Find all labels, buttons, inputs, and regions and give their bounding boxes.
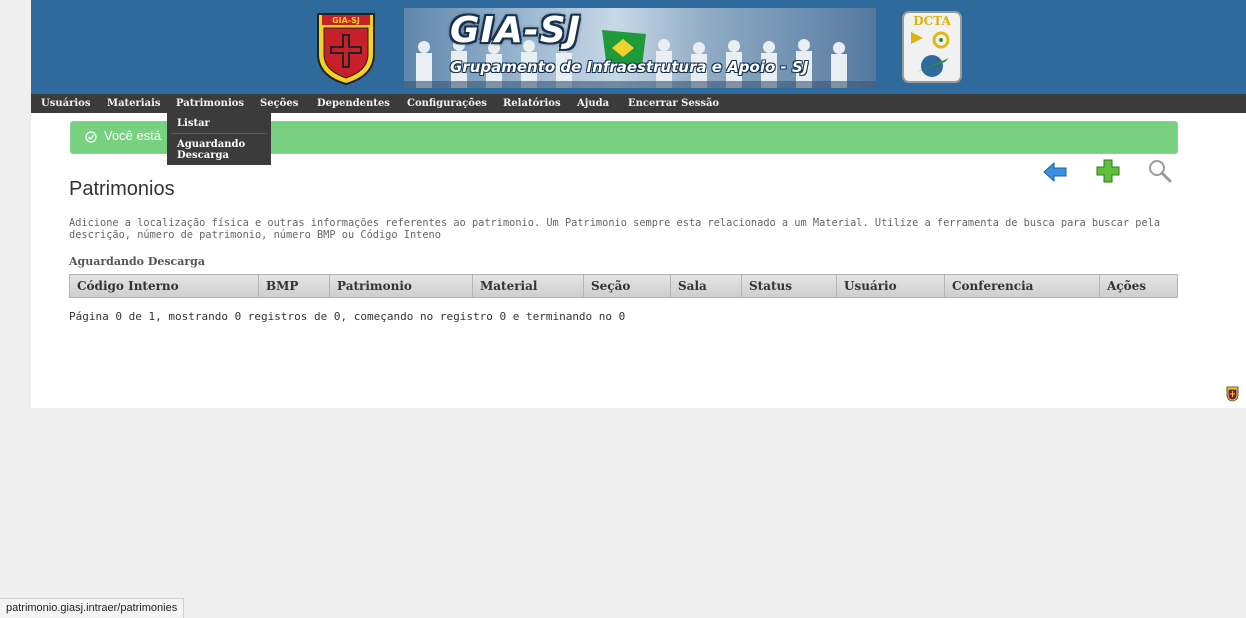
nav-item-relatorios[interactable]: Relatórios (503, 94, 561, 113)
column-header-bmp[interactable]: BMP (259, 275, 330, 297)
banner-title: GIA-SJ (450, 10, 582, 51)
nav-item-materiais[interactable]: Materiais (107, 94, 161, 113)
page-description: Adicione a localização física e outras i… (69, 217, 1161, 241)
banner-subtitle: Grupamento de Infraestrutura e Apoio - S… (450, 58, 809, 76)
column-header-patrimonio[interactable]: Patrimonio (330, 275, 473, 297)
gia-shield-logo: GIA-SJ (317, 13, 375, 86)
search-icon[interactable] (1146, 158, 1174, 184)
browser-status-url: patrimonio.giasj.intraer/patrimonies (0, 598, 185, 618)
patrimonios-dropdown: Listar Aguardando Descarga (167, 113, 271, 165)
dropdown-item-aguardando-descarga[interactable]: Aguardando Descarga (177, 139, 245, 161)
page-title: Patrimonios (69, 178, 175, 200)
column-header-acoes[interactable]: Ações (1100, 275, 1177, 297)
shield-badge-icon (1226, 386, 1239, 402)
nav-item-usuarios[interactable]: Usuários (41, 94, 90, 113)
nav-item-encerrar-sessao[interactable]: Encerrar Sessão (628, 94, 719, 113)
dcta-badge-text: DCTA (913, 14, 951, 28)
column-header-sala[interactable]: Sala (671, 275, 742, 297)
nav-item-configuracoes[interactable]: Configurações (407, 94, 487, 113)
section-label: Aguardando Descarga (69, 255, 205, 268)
column-header-status[interactable]: Status (742, 275, 837, 297)
dcta-logo: DCTA (902, 11, 962, 83)
gia-badge-text: GIA-SJ (332, 16, 360, 25)
nav-item-dependentes[interactable]: Dependentes (317, 94, 390, 113)
table-header: Código Interno BMP Patrimonio Material S… (69, 274, 1178, 298)
pagination-info: Página 0 de 1, mostrando 0 registros de … (69, 310, 626, 323)
column-header-usuario[interactable]: Usuário (837, 275, 945, 297)
arrow-left-icon[interactable] (1041, 159, 1069, 185)
main-nav: Usuários Materiais Patrimonios Seções De… (31, 94, 1246, 113)
plus-icon[interactable] (1094, 158, 1122, 184)
dropdown-divider (171, 133, 267, 134)
nav-item-patrimonios[interactable]: Patrimonios (176, 94, 244, 113)
dropdown-item-listar[interactable]: Listar (177, 118, 210, 129)
column-header-material[interactable]: Material (473, 275, 584, 297)
check-circle-icon (85, 131, 97, 143)
nav-item-ajuda[interactable]: Ajuda (577, 94, 609, 113)
column-header-codigo-interno[interactable]: Código Interno (70, 275, 259, 297)
alert-message: Você está (104, 128, 162, 143)
column-header-conferencia[interactable]: Conferencia (945, 275, 1100, 297)
column-header-secao[interactable]: Seção (584, 275, 671, 297)
nav-item-secoes[interactable]: Seções (260, 94, 298, 113)
